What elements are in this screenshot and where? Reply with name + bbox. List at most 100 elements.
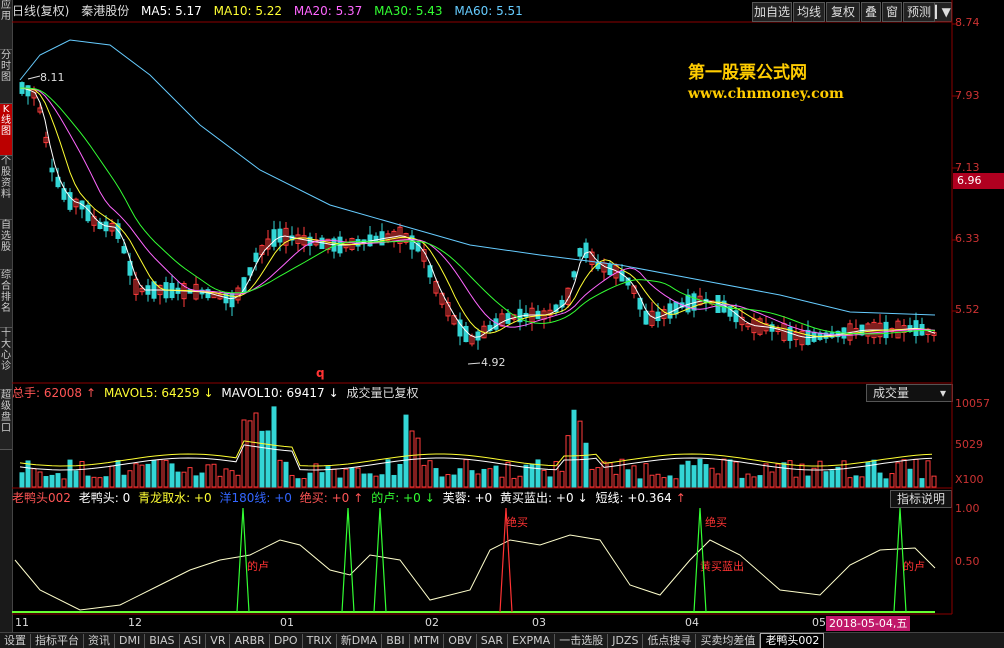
volume-bar: [559, 470, 565, 488]
volume-bar: [613, 473, 619, 488]
volume-bar: [523, 464, 529, 488]
volume-bar: [331, 468, 337, 488]
volume-bar: [715, 473, 721, 488]
signal-spike: [373, 507, 387, 613]
volume-bar: [697, 458, 703, 488]
volume-bar: [373, 475, 379, 488]
volume-bar: [517, 475, 523, 488]
volume-bar: [55, 473, 61, 488]
volume-bar: [289, 474, 295, 488]
volume-bar: [433, 468, 439, 488]
volume-bar: [259, 430, 265, 488]
volume-bar: [415, 437, 421, 488]
volume-bar: [583, 442, 589, 488]
toolbar-button[interactable]: 均线: [793, 2, 825, 22]
volume-bar: [421, 464, 427, 488]
volume-bar: [145, 463, 151, 488]
volume-bar: [763, 463, 769, 488]
volume-bar: [817, 460, 823, 488]
volume-bar: [739, 477, 745, 488]
volume-bar: [691, 465, 697, 488]
volume-bar: [247, 420, 253, 488]
volume-bar: [925, 460, 931, 488]
toolbar-button[interactable]: 叠: [861, 2, 881, 22]
volume-bar: [391, 474, 397, 488]
candle: [229, 292, 235, 308]
volume-bar: [343, 468, 349, 488]
volume-bar: [319, 472, 325, 488]
volume-bar: [157, 459, 163, 488]
candle: [583, 242, 589, 259]
candle: [673, 301, 679, 315]
volume-bar: [43, 476, 49, 488]
volume-bar: [877, 472, 883, 488]
ma30-line: [19, 87, 935, 335]
volume-bar: [631, 465, 637, 488]
volume-bar: [655, 473, 661, 488]
volume-bar: [151, 459, 157, 488]
volume-bar: [565, 435, 571, 488]
volume-bar: [481, 468, 487, 488]
volume-bar: [337, 477, 343, 488]
volume-bar: [853, 475, 859, 488]
candle: [277, 228, 283, 243]
volume-bar: [769, 471, 775, 488]
volume-bar: [661, 477, 667, 488]
volume-bar: [199, 472, 205, 488]
candle: [121, 246, 127, 254]
volume-bar: [211, 463, 217, 488]
volume-bar: [883, 478, 889, 488]
candle: [475, 331, 481, 341]
volume-bar: [271, 406, 277, 488]
signal-spike: [341, 507, 355, 613]
volume-bar: [493, 465, 499, 488]
volume-bar: [673, 478, 679, 488]
candle: [655, 311, 661, 322]
toolbar-button[interactable]: 窗: [882, 2, 902, 22]
volume-bar: [931, 475, 937, 488]
volume-bar: [727, 459, 733, 488]
volume-bar: [403, 414, 409, 488]
volume-bar: [505, 461, 511, 488]
volume-bar: [667, 475, 673, 488]
volume-bar: [181, 471, 187, 488]
volume-bar: [457, 468, 463, 488]
volume-bar: [61, 478, 67, 488]
volume-bar: [805, 475, 811, 488]
volume-bar: [811, 467, 817, 488]
volume-bar: [463, 459, 469, 488]
volume-bar: [913, 458, 919, 488]
volume-bar: [91, 476, 97, 488]
ma60-line: [19, 39, 936, 316]
volume-bar: [121, 474, 127, 488]
volume-bar: [643, 463, 649, 488]
volume-bar: [175, 471, 181, 488]
candle: [271, 229, 277, 247]
candle: [49, 167, 55, 173]
toolbar-button[interactable]: 预测: [903, 2, 935, 22]
volume-bar: [859, 476, 865, 488]
volume-bar: [745, 473, 751, 488]
volume-bar: [781, 462, 787, 488]
toolbar-button[interactable]: 加自选: [752, 2, 792, 22]
volume-bar: [379, 474, 385, 488]
volume-bar: [829, 470, 835, 488]
volume-bar: [223, 468, 229, 488]
volume-bar: [757, 475, 763, 488]
volume-bar: [109, 465, 115, 488]
volume-bar: [187, 467, 193, 488]
volume-bar: [307, 472, 313, 488]
volume-bar: [25, 460, 31, 488]
volume-bar: [511, 477, 517, 488]
volume-bar: [685, 460, 691, 488]
volume-bar: [217, 475, 223, 488]
toolbar-button[interactable]: 复权: [826, 2, 860, 22]
volume-bar: [313, 463, 319, 488]
volume-bar: [709, 467, 715, 488]
signal-spike: [693, 507, 707, 613]
volume-bar: [301, 478, 307, 488]
volume-bar: [229, 470, 235, 488]
volume-bar: [31, 468, 37, 488]
volume-bar: [475, 473, 481, 488]
volume-bar: [679, 464, 685, 488]
